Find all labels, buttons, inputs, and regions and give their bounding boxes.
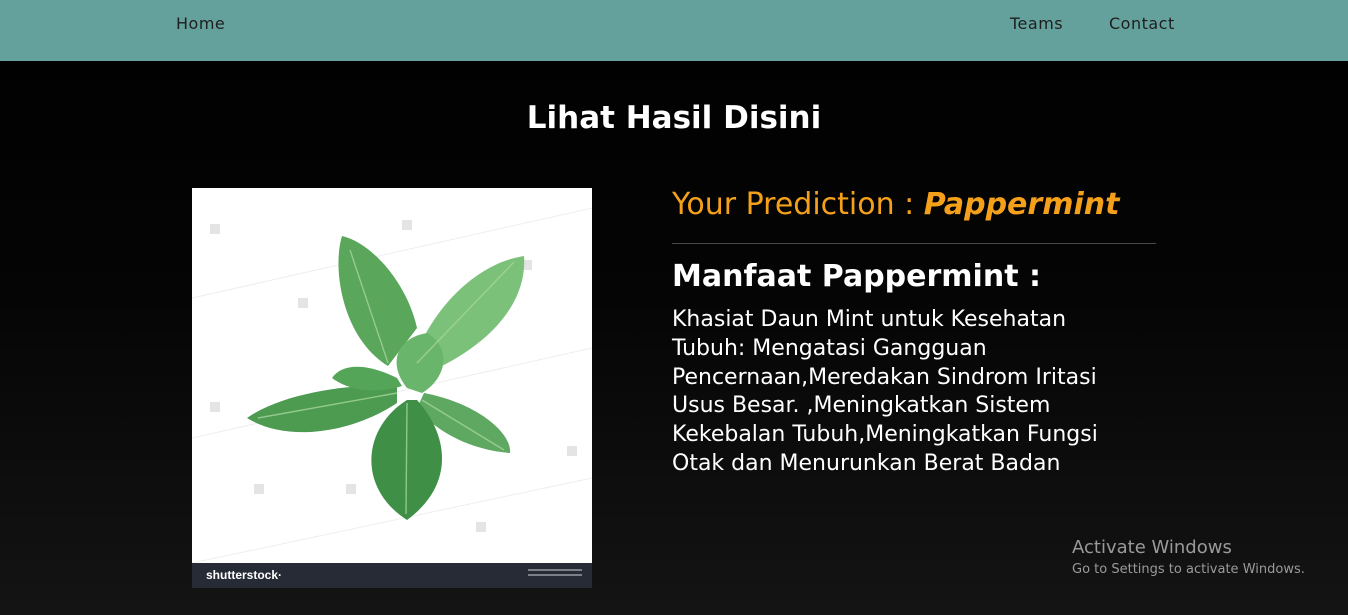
- stock-fine-print: [528, 569, 582, 571]
- stock-logo: shutterstock·: [206, 568, 283, 582]
- benefit-description: Khasiat Daun Mint untuk Kesehatan Tubuh:…: [672, 307, 1098, 476]
- result-image: shutterstock·: [192, 188, 592, 588]
- prediction-heading: Your Prediction : Pappermint: [672, 187, 1119, 222]
- nav-link-home[interactable]: Home: [176, 14, 225, 33]
- page-title: Lihat Hasil Disini: [526, 100, 822, 136]
- watermark-title: Activate Windows: [1072, 537, 1232, 558]
- navbar: Home Teams Contact: [0, 0, 1348, 61]
- windows-activation-watermark: Activate Windows Go to Settings to activ…: [1072, 537, 1305, 577]
- prediction-label: Your Prediction :: [672, 187, 924, 222]
- benefit-title: Manfaat Pappermint :: [672, 259, 1041, 294]
- nav-link-teams[interactable]: Teams: [1010, 14, 1063, 33]
- prediction-value: Pappermint: [923, 187, 1120, 222]
- watermark-subtitle: Go to Settings to activate Windows.: [1072, 562, 1305, 577]
- divider: [672, 243, 1156, 244]
- nav-link-contact[interactable]: Contact: [1109, 14, 1175, 33]
- stock-image-footer: shutterstock·: [192, 563, 592, 588]
- peppermint-leaves-image: [192, 207, 592, 563]
